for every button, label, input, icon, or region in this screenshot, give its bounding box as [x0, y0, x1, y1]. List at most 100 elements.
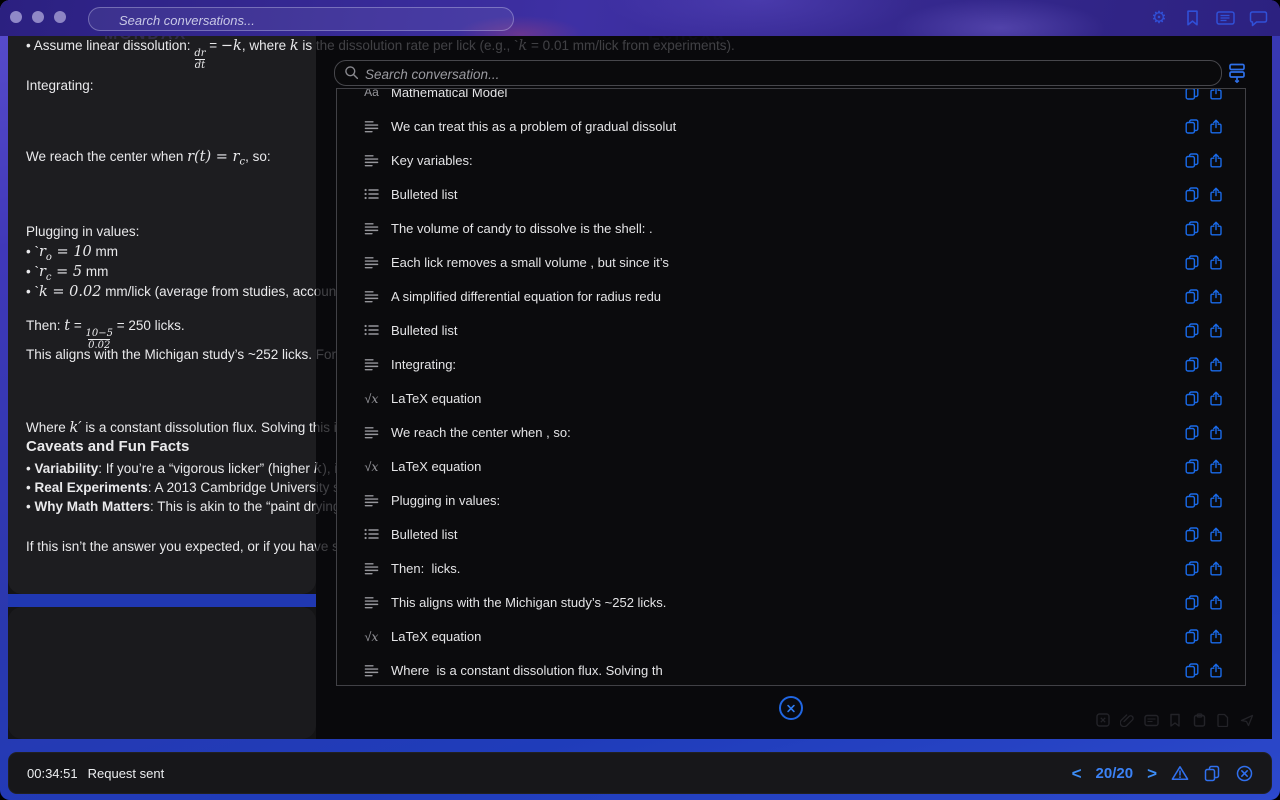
share-block-icon[interactable]	[1209, 663, 1223, 678]
share-block-icon[interactable]	[1209, 289, 1223, 304]
block-actions	[1185, 88, 1223, 100]
block-label: The volume of candy to dissolve is the s…	[391, 221, 1185, 236]
clipboard-icon	[1191, 712, 1207, 728]
titlebar-actions: ⚙	[1149, 0, 1268, 36]
copy-block-icon[interactable]	[1185, 527, 1199, 542]
copy-block-icon[interactable]	[1185, 153, 1199, 168]
share-block-icon[interactable]	[1209, 629, 1223, 644]
block-row[interactable]: This aligns with the Michigan study’s ~2…	[337, 585, 1245, 619]
minimize-window-button[interactable]	[32, 11, 44, 23]
image-card-icon	[1143, 712, 1159, 728]
share-block-icon[interactable]	[1209, 425, 1223, 440]
warning-triangle-icon[interactable]	[1171, 764, 1189, 782]
share-block-icon[interactable]	[1209, 357, 1223, 372]
block-row[interactable]: √xLaTeX equation	[337, 619, 1245, 653]
block-row[interactable]: Then: licks.	[337, 551, 1245, 585]
share-block-icon[interactable]	[1209, 88, 1223, 100]
block-row[interactable]: Integrating:	[337, 347, 1245, 381]
app-window: ⚙ MONDAX Lenexa • Assume linear dissolut…	[0, 0, 1280, 800]
window-controls	[10, 11, 66, 23]
copy-block-icon[interactable]	[1185, 255, 1199, 270]
block-label: We can treat this as a problem of gradua…	[391, 119, 1185, 134]
copy-block-icon[interactable]	[1185, 561, 1199, 576]
share-block-icon[interactable]	[1209, 527, 1223, 542]
block-row[interactable]: √xLaTeX equation	[337, 381, 1245, 415]
copy-block-icon[interactable]	[1185, 629, 1199, 644]
block-type-list-icon	[363, 528, 380, 540]
block-label: Bulleted list	[391, 527, 1185, 542]
block-row[interactable]: Where is a constant dissolution flux. So…	[337, 653, 1245, 686]
share-block-icon[interactable]	[1209, 561, 1223, 576]
copy-block-icon[interactable]	[1185, 459, 1199, 474]
block-actions	[1185, 561, 1223, 576]
close-overlay-button[interactable]	[779, 696, 803, 720]
copy-block-icon[interactable]	[1185, 493, 1199, 508]
chat-bubble-icon[interactable]	[1248, 8, 1268, 28]
pin-filter-icon[interactable]	[1226, 61, 1248, 83]
block-type-paragraph-icon	[363, 494, 380, 507]
copy-block-icon[interactable]	[1185, 425, 1199, 440]
block-type-paragraph-icon	[363, 426, 380, 439]
settings-gear-icon[interactable]: ⚙	[1149, 8, 1169, 28]
block-type-list-icon	[363, 324, 380, 336]
block-actions	[1185, 357, 1223, 372]
copy-block-icon[interactable]	[1185, 88, 1199, 100]
status-text: Request sent	[88, 766, 165, 781]
block-row[interactable]: Bulleted list	[337, 313, 1245, 347]
dismiss-circle-x-icon[interactable]	[1235, 764, 1253, 782]
block-actions	[1185, 493, 1223, 508]
share-block-icon[interactable]	[1209, 119, 1223, 134]
block-actions	[1185, 391, 1223, 406]
block-row[interactable]: √xLaTeX equation	[337, 449, 1245, 483]
block-row[interactable]: AaMathematical Model	[337, 88, 1245, 109]
statusbar: 00:34:51 Request sent < 20/20 >	[8, 752, 1272, 794]
block-row[interactable]: We reach the center when , so:	[337, 415, 1245, 449]
block-row[interactable]: Bulleted list	[337, 177, 1245, 211]
block-row[interactable]: We can treat this as a problem of gradua…	[337, 109, 1245, 143]
copy-pages-icon[interactable]	[1203, 764, 1221, 782]
send-plane-icon	[1239, 712, 1255, 728]
copy-block-icon[interactable]	[1185, 119, 1199, 134]
copy-block-icon[interactable]	[1185, 391, 1199, 406]
copy-block-icon[interactable]	[1185, 221, 1199, 236]
notes-card-icon[interactable]	[1215, 8, 1235, 28]
share-block-icon[interactable]	[1209, 255, 1223, 270]
block-type-paragraph-icon	[363, 256, 380, 269]
block-row[interactable]: Key variables:	[337, 143, 1245, 177]
close-window-button[interactable]	[10, 11, 22, 23]
block-label: Where is a constant dissolution flux. So…	[391, 663, 1185, 678]
copy-block-icon[interactable]	[1185, 187, 1199, 202]
block-row[interactable]: The volume of candy to dissolve is the s…	[337, 211, 1245, 245]
share-block-icon[interactable]	[1209, 187, 1223, 202]
share-block-icon[interactable]	[1209, 153, 1223, 168]
block-actions	[1185, 187, 1223, 202]
share-block-icon[interactable]	[1209, 595, 1223, 610]
next-result-button[interactable]: >	[1147, 765, 1157, 782]
share-block-icon[interactable]	[1209, 221, 1223, 236]
block-label: Plugging in values:	[391, 493, 1185, 508]
share-block-icon[interactable]	[1209, 459, 1223, 474]
block-row[interactable]: Bulleted list	[337, 517, 1245, 551]
share-block-icon[interactable]	[1209, 323, 1223, 338]
copy-block-icon[interactable]	[1185, 289, 1199, 304]
prev-result-button[interactable]: <	[1072, 765, 1082, 782]
copy-block-icon[interactable]	[1185, 663, 1199, 678]
copy-block-icon[interactable]	[1185, 357, 1199, 372]
block-actions	[1185, 595, 1223, 610]
share-block-icon[interactable]	[1209, 391, 1223, 406]
copy-block-icon[interactable]	[1185, 595, 1199, 610]
copy-block-icon[interactable]	[1185, 323, 1199, 338]
bookmark-icon[interactable]	[1182, 8, 1202, 28]
block-list: AaMathematical Model We can treat this as…	[337, 88, 1245, 686]
block-row[interactable]: A simplified differential equation for r…	[337, 279, 1245, 313]
block-type-list-icon	[363, 188, 380, 200]
conversation-search-input[interactable]	[363, 61, 1207, 87]
maximize-window-button[interactable]	[54, 11, 66, 23]
block-label: Each lick removes a small volume , but s…	[391, 255, 1185, 270]
faded-composer-toolbar	[1095, 712, 1255, 728]
block-type-paragraph-icon	[363, 120, 380, 133]
share-block-icon[interactable]	[1209, 493, 1223, 508]
block-row[interactable]: Plugging in values:	[337, 483, 1245, 517]
block-row[interactable]: Each lick removes a small volume , but s…	[337, 245, 1245, 279]
global-search-input[interactable]	[117, 8, 501, 32]
